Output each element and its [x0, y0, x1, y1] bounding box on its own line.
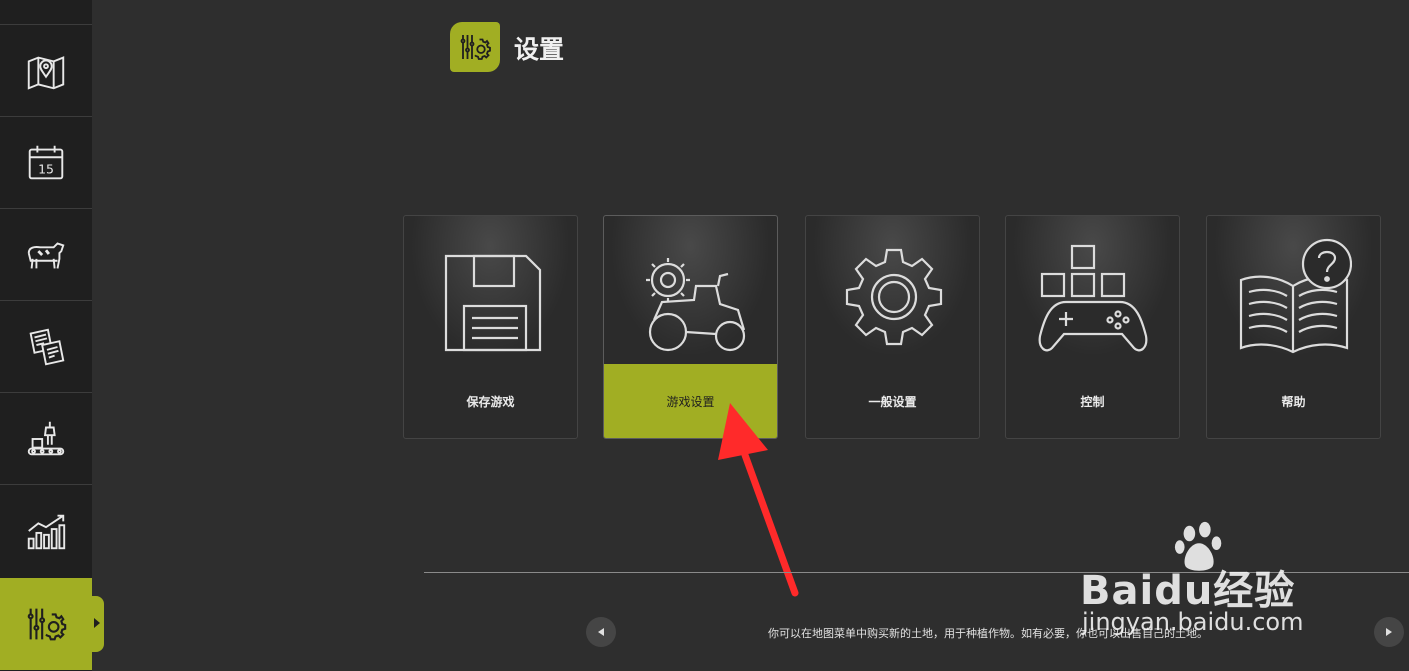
sidebar-item-settings[interactable] [0, 578, 92, 670]
watermark-url: jingyan.baidu.com [1082, 608, 1304, 636]
prev-tip-button[interactable] [586, 617, 616, 647]
tractor-gear-icon [646, 258, 746, 352]
help-card[interactable]: 帮助 [1206, 215, 1381, 439]
settings-icon [27, 608, 67, 641]
controls-card[interactable]: 控制 [1005, 215, 1180, 439]
next-tip-button[interactable] [1374, 617, 1404, 647]
save-game-card[interactable]: 保存游戏 [403, 215, 578, 439]
floppy-disk-icon [444, 254, 542, 352]
sidebar-item-map[interactable] [0, 24, 92, 116]
card-label: 控制 [1080, 394, 1105, 409]
sidebar-item-calendar[interactable]: 15 [0, 116, 92, 208]
sidebar-item-statistics[interactable] [0, 484, 92, 576]
sidebar-item-production[interactable] [0, 392, 92, 484]
annotation-arrow [718, 403, 799, 597]
watermark: Baidu经验 jingyan.baidu.com [1080, 520, 1340, 640]
calendar-day: 15 [38, 161, 54, 176]
statistics-icon [27, 514, 66, 549]
arrow-left-icon [598, 628, 604, 636]
contracts-icon [29, 328, 65, 365]
production-icon [27, 421, 65, 455]
card-label: 保存游戏 [466, 394, 515, 409]
map-icon [27, 55, 65, 90]
calendar-icon: 15 [28, 145, 64, 179]
card-label: 一般设置 [868, 394, 917, 409]
sidebar-item-contracts[interactable] [0, 300, 92, 392]
page-title: 设置 [514, 35, 565, 64]
gear-icon [845, 248, 943, 346]
help-book-icon [1239, 238, 1352, 354]
card-label: 帮助 [1281, 394, 1306, 409]
livestock-icon [27, 241, 65, 269]
sidebar-item-livestock[interactable] [0, 208, 92, 300]
settings-icon [460, 35, 491, 60]
general-settings-card[interactable]: 一般设置 [805, 215, 980, 439]
sidebar: 15 [0, 0, 92, 671]
arrow-right-icon [1386, 628, 1392, 636]
settings-page-icon [450, 22, 500, 72]
gamepad-icon [1038, 244, 1148, 352]
active-indicator [92, 596, 104, 652]
